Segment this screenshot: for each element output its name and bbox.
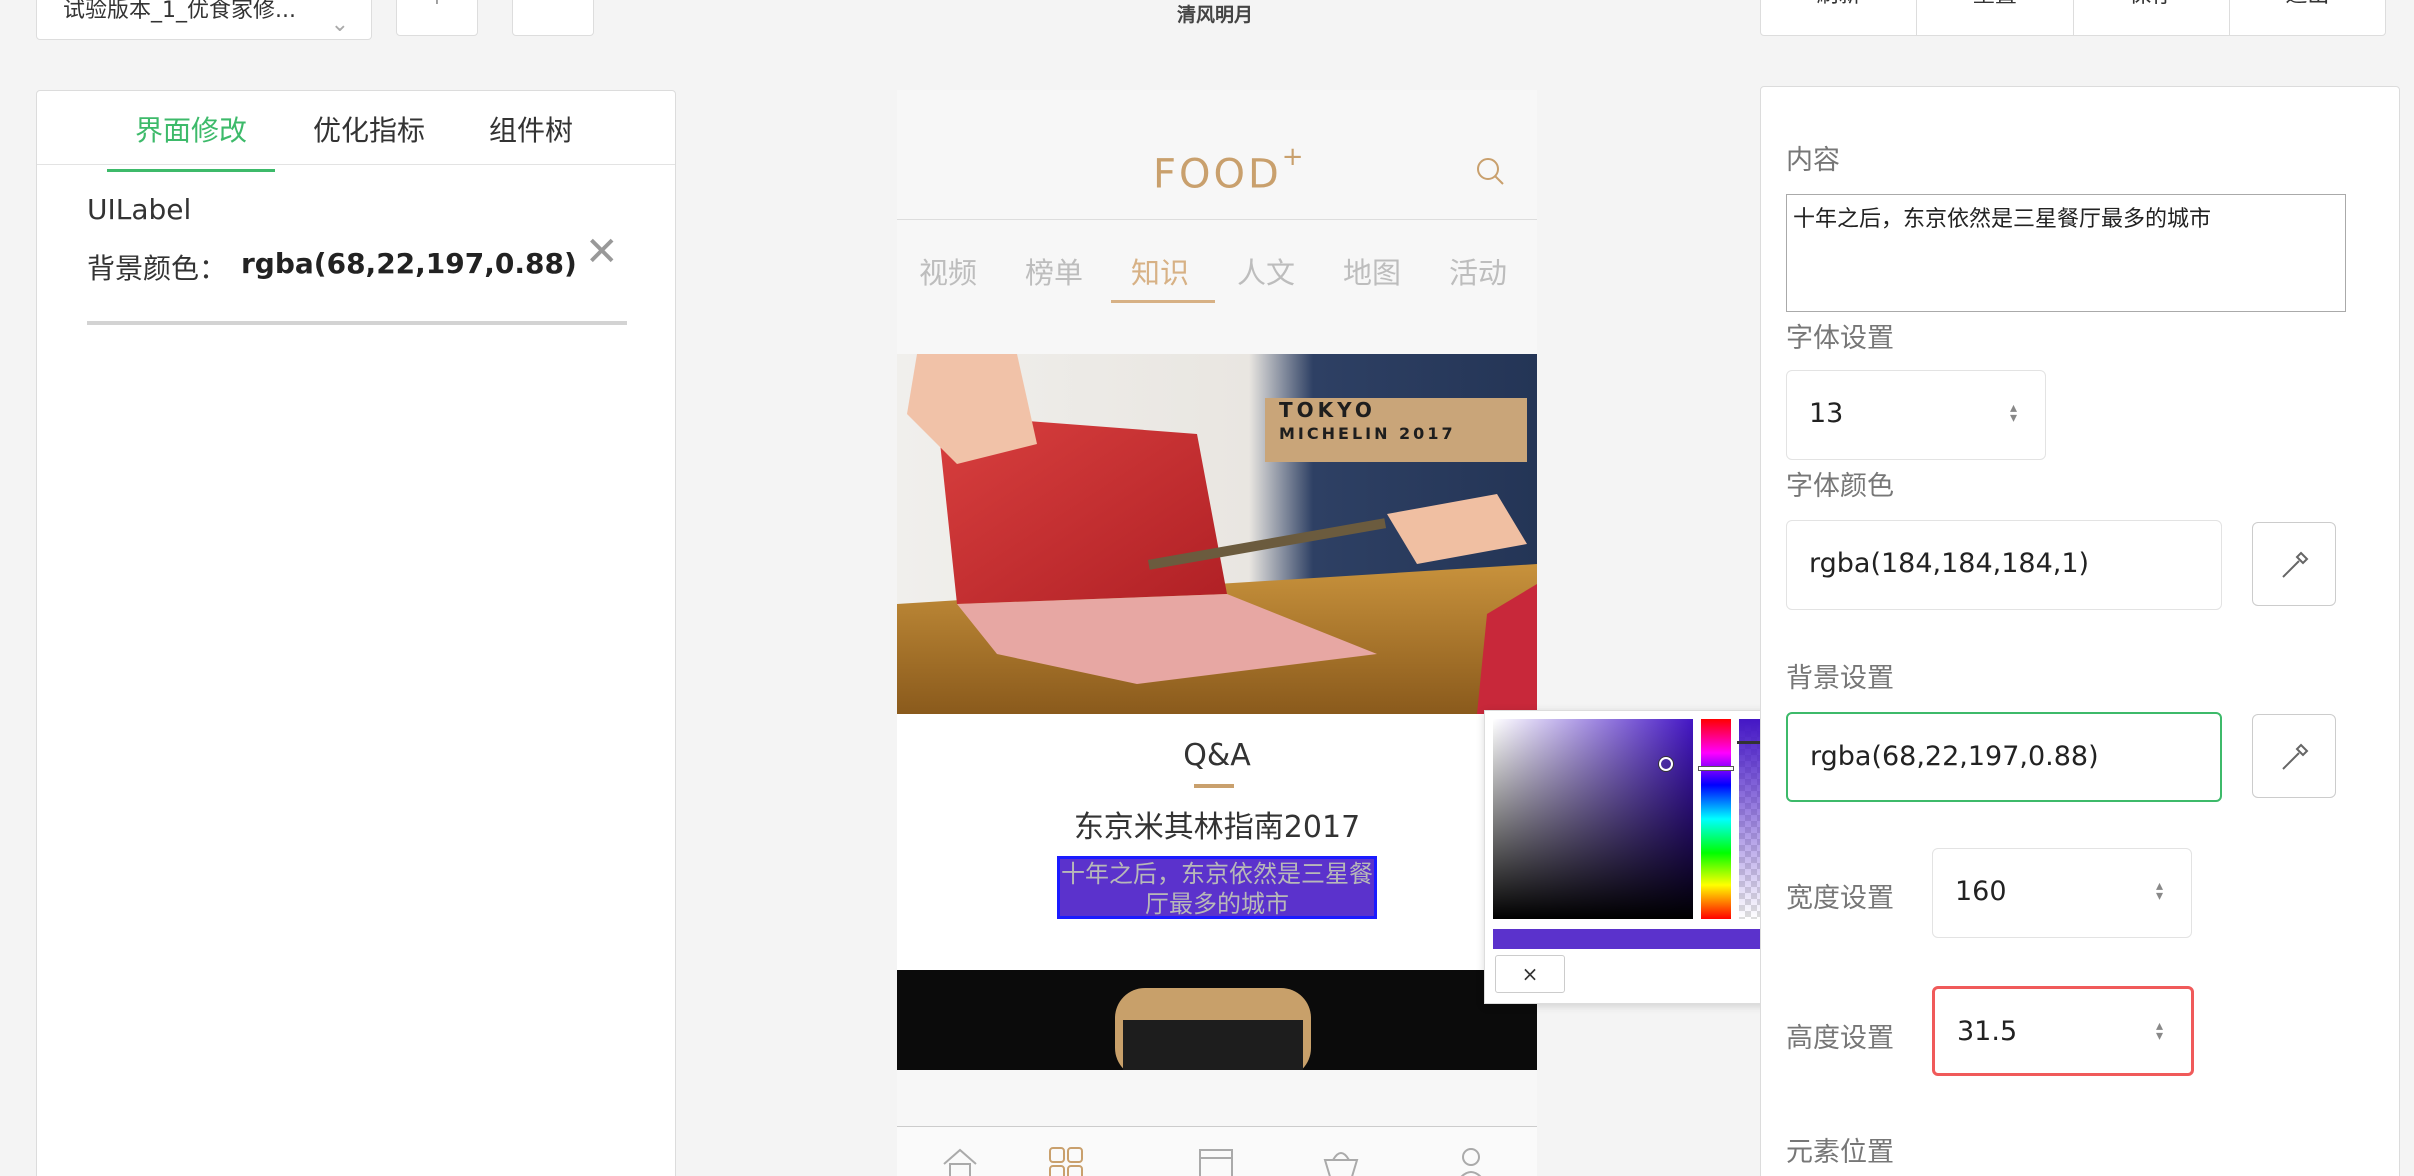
app-logo: FOOD+: [1153, 142, 1307, 198]
reset-button[interactable]: 重置: [1917, 0, 2074, 35]
search-icon[interactable]: [1475, 156, 1505, 186]
card-heading: Q&A: [1183, 738, 1251, 773]
close-icon[interactable]: ✕: [585, 229, 619, 275]
stepper-icon[interactable]: ▴ ▾: [2156, 1019, 2163, 1043]
font-color-label: 字体颜色: [1786, 471, 1894, 502]
stepper-icon[interactable]: ▴ ▾: [2156, 879, 2163, 903]
height-label: 高度设置: [1786, 1023, 1894, 1054]
hue-slider[interactable]: [1701, 719, 1731, 919]
element-position-label: 元素位置: [1786, 1137, 1894, 1168]
hero-badge-line1: TOKYO: [1279, 398, 1376, 422]
font-color-value: rgba(184,184,184,1): [1809, 548, 2090, 579]
version-select-value: 试验版本_1_优食家修...: [63, 0, 296, 23]
background-color-value: rgba(68,22,197,0.88): [1810, 741, 2099, 772]
tab-optimization-metrics[interactable]: 优化指标: [313, 109, 425, 169]
height-value: 31.5: [1957, 1016, 2018, 1047]
saturation-value-area[interactable]: [1493, 719, 1693, 919]
nav-culture[interactable]: 人文: [1237, 250, 1295, 292]
selected-label[interactable]: 十年之后，东京依然是三星餐厅最多的城市: [1057, 856, 1377, 919]
bg-color-label: 背景颜色：: [87, 252, 228, 285]
content-textarea[interactable]: 十年之后，东京依然是三星餐厅最多的城市: [1786, 194, 2346, 312]
font-size-label: 字体设置: [1786, 323, 1894, 354]
stepper-icon[interactable]: ▴ ▾: [2010, 401, 2017, 425]
height-input[interactable]: 31.5 ▴ ▾: [1932, 986, 2194, 1076]
hue-slider-handle[interactable]: [1699, 767, 1733, 770]
nav-active-indicator: [1111, 300, 1215, 303]
home-icon[interactable]: [940, 1144, 980, 1176]
nav-ranking[interactable]: 榜单: [1025, 250, 1083, 292]
profile-icon[interactable]: [1451, 1144, 1491, 1176]
width-label: 宽度设置: [1786, 883, 1894, 914]
width-value: 160: [1955, 876, 2007, 907]
content-label: 内容: [1786, 145, 1840, 176]
logo-sup: +: [1281, 142, 1307, 172]
font-color-input[interactable]: rgba(184,184,184,1): [1786, 520, 2222, 610]
left-panel-tabs: 界面修改 优化指标 组件树: [37, 91, 675, 172]
tab-component-tree[interactable]: 组件树: [489, 109, 573, 169]
basket-icon[interactable]: [1321, 1144, 1361, 1176]
divider: [87, 321, 627, 325]
nav-events[interactable]: 活动: [1449, 250, 1507, 292]
card-title: 东京米其林指南2017: [1073, 810, 1361, 845]
version-select[interactable]: 试验版本_1_优食家修... ⌄: [36, 0, 372, 40]
background-label: 背景设置: [1786, 663, 1894, 694]
element-type: UILabel: [87, 193, 192, 226]
width-input[interactable]: 160 ▴ ▾: [1932, 848, 2192, 938]
hero-image: [897, 354, 1537, 714]
font-color-eyedropper-button[interactable]: [2252, 522, 2336, 606]
clear-color-button[interactable]: ×: [1495, 955, 1565, 993]
eyedropper-icon: [2282, 551, 2309, 578]
font-size-value: 13: [1809, 398, 1844, 429]
color-cursor[interactable]: [1659, 757, 1673, 771]
color-preview: [1493, 929, 1769, 949]
font-size-input[interactable]: 13 ▴ ▾: [1786, 370, 2046, 460]
grid-icon[interactable]: [1046, 1144, 1086, 1176]
bg-color-value: rgba(68,22,197,0.88): [241, 247, 577, 280]
delete-button[interactable]: ▀: [512, 0, 594, 36]
eyedropper-icon: [2282, 743, 2309, 770]
exit-button[interactable]: 退出: [2230, 0, 2385, 35]
nav-video[interactable]: 视频: [919, 250, 977, 292]
heading-underline: [1194, 784, 1234, 788]
action-button-group: 刷新 重置 保存 退出: [1760, 0, 2386, 36]
color-picker: ×: [1484, 710, 1780, 1004]
nav-knowledge[interactable]: 知识: [1131, 250, 1189, 292]
refresh-button[interactable]: 刷新: [1761, 0, 1918, 35]
background-color-input[interactable]: rgba(68,22,197,0.88): [1786, 712, 2222, 802]
left-panel: 界面修改 优化指标 组件树 UILabel 背景颜色： rgba(68,22,1…: [36, 90, 676, 1176]
background-eyedropper-button[interactable]: [2252, 714, 2336, 798]
logo-text: FOOD: [1153, 151, 1282, 198]
tab-ui-edit[interactable]: 界面修改: [107, 109, 276, 172]
phone-preview: FOOD+ 视频 榜单 知识 人文 地图 活动 TOKYO MICHELIN 2…: [897, 90, 1537, 1176]
beer-image: [897, 970, 1537, 1070]
trash-icon: ▀: [513, 0, 593, 10]
chevron-down-icon: ⌄: [330, 12, 349, 37]
hero-badge-line2: MICHELIN 2017: [1279, 424, 1456, 443]
add-button[interactable]: +: [396, 0, 478, 36]
nav-map[interactable]: 地图: [1343, 250, 1401, 292]
page-title: 清风明月: [1176, 4, 1253, 26]
save-button[interactable]: 保存: [2074, 0, 2230, 35]
plus-icon: +: [397, 0, 477, 10]
store-icon[interactable]: [1196, 1144, 1236, 1176]
